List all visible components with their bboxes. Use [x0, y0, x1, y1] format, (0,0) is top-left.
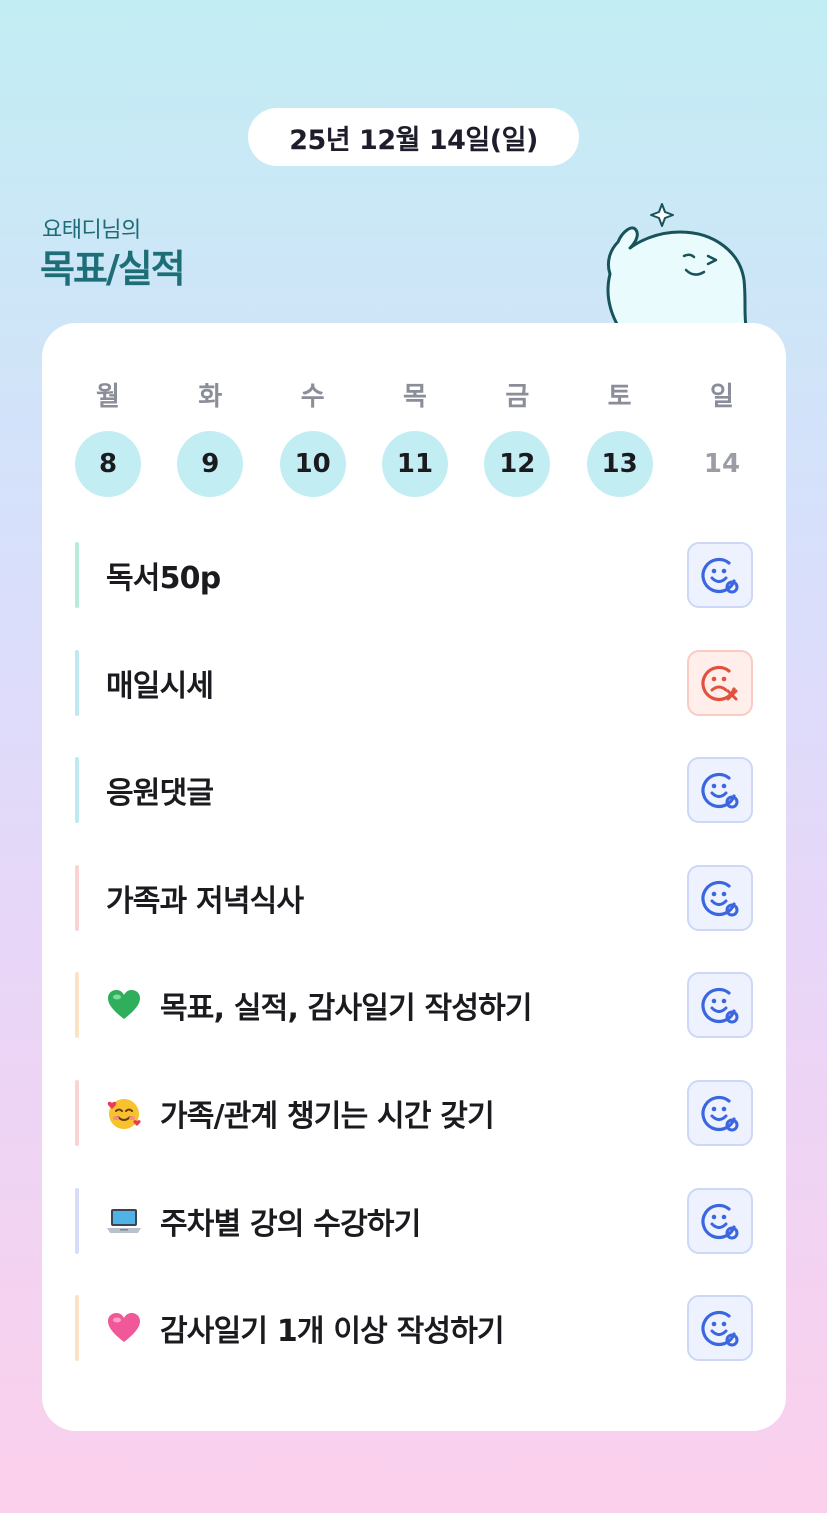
smile-check-icon	[701, 1203, 739, 1240]
day-number[interactable]: 8	[75, 431, 141, 497]
day-number[interactable]: 13	[586, 431, 653, 497]
goal-label: 독서50p	[106, 561, 221, 596]
goal-color-bar	[75, 649, 79, 716]
smile-check-icon	[701, 1311, 739, 1347]
goal-color-bar	[75, 864, 79, 931]
day-wed[interactable]: 수 10	[279, 379, 346, 497]
day-number[interactable]: 12	[484, 431, 551, 497]
goal-status-button[interactable]	[687, 542, 753, 608]
goal-status-button[interactable]	[687, 649, 753, 716]
goal-card: 월 8 화 9 수 10 목 11 금 12 토 13 일 14 독서50p 매…	[42, 323, 786, 1431]
goal-item[interactable]: 감사일기 1개 이상 작성하기	[75, 1295, 753, 1362]
goal-status-button[interactable]	[687, 1187, 753, 1254]
goal-label: 응원댓글	[106, 776, 214, 812]
goal-color-bar	[75, 1079, 79, 1146]
laptop-icon	[106, 1203, 142, 1239]
goal-status-button[interactable]	[687, 972, 753, 1039]
goal-item[interactable]: 가족/관계 챙기는 시간 갖기	[75, 1079, 753, 1146]
day-label: 화	[198, 382, 223, 412]
day-label: 목	[403, 382, 427, 412]
day-number[interactable]: 14	[689, 431, 755, 497]
goal-color-bar	[75, 1187, 79, 1254]
week-strip: 월 8 화 9 수 10 목 11 금 12 토 13 일 14	[75, 379, 755, 497]
page-title: 목표/실적	[40, 247, 186, 291]
goal-list: 독서50p 매일시세 응원댓글 가족과 저녁식사 목표, 실적, 감사일기 작성…	[75, 542, 753, 1403]
goal-item[interactable]: 주차별 강의 수강하기	[75, 1187, 753, 1254]
smile-check-icon	[701, 557, 739, 594]
goal-item[interactable]: 매일시세	[75, 649, 753, 716]
goal-item[interactable]: 독서50p	[75, 542, 753, 608]
goal-item[interactable]: 목표, 실적, 감사일기 작성하기	[75, 972, 753, 1039]
mascot-illustration	[606, 203, 748, 328]
goal-item[interactable]: 응원댓글	[75, 757, 753, 824]
smile-check-icon	[701, 773, 739, 809]
smiling-face-with-hearts-icon	[106, 1095, 142, 1131]
day-label: 금	[505, 382, 530, 412]
date-label: 25년 12월 14일(일)	[289, 124, 538, 156]
goal-status-button[interactable]	[687, 864, 753, 931]
day-label: 월	[96, 382, 120, 412]
smile-check-icon	[701, 1095, 739, 1132]
goal-label: 목표, 실적, 감사일기 작성하기	[160, 991, 533, 1027]
goal-status-button[interactable]	[687, 1079, 753, 1146]
day-sun[interactable]: 일 14	[689, 379, 755, 497]
goal-color-bar	[75, 972, 79, 1039]
day-label: 일	[710, 382, 734, 412]
goal-label: 주차별 강의 수강하기	[160, 1206, 421, 1242]
sad-x-icon	[701, 665, 738, 701]
day-number[interactable]: 11	[381, 431, 448, 497]
day-tue[interactable]: 화 9	[177, 379, 244, 497]
smile-check-icon	[701, 988, 739, 1024]
day-sat[interactable]: 토 13	[586, 379, 653, 497]
goal-label: 가족/관계 챙기는 시간 갖기	[160, 1098, 495, 1134]
pink-heart-icon	[106, 1310, 142, 1346]
day-fri[interactable]: 금 12	[484, 379, 551, 497]
goal-color-bar	[75, 1295, 79, 1362]
day-label: 토	[607, 382, 632, 412]
goal-label: 가족과 저녁식사	[106, 883, 304, 919]
goal-color-bar	[75, 542, 79, 608]
day-label: 수	[300, 382, 325, 412]
goal-status-button[interactable]	[687, 1295, 753, 1362]
day-thu[interactable]: 목 11	[381, 379, 448, 497]
goal-item[interactable]: 가족과 저녁식사	[75, 864, 753, 931]
goal-status-button[interactable]	[687, 757, 753, 824]
day-mon[interactable]: 월 8	[75, 379, 141, 497]
day-number[interactable]: 9	[177, 431, 244, 497]
smile-check-icon	[701, 880, 739, 917]
green-heart-icon	[106, 987, 142, 1023]
goal-color-bar	[75, 757, 79, 824]
day-number[interactable]: 10	[279, 431, 346, 497]
goal-label: 매일시세	[106, 668, 214, 704]
goal-label: 감사일기 1개 이상 작성하기	[160, 1314, 505, 1350]
date-pill[interactable]: 25년 12월 14일(일)	[248, 108, 579, 166]
